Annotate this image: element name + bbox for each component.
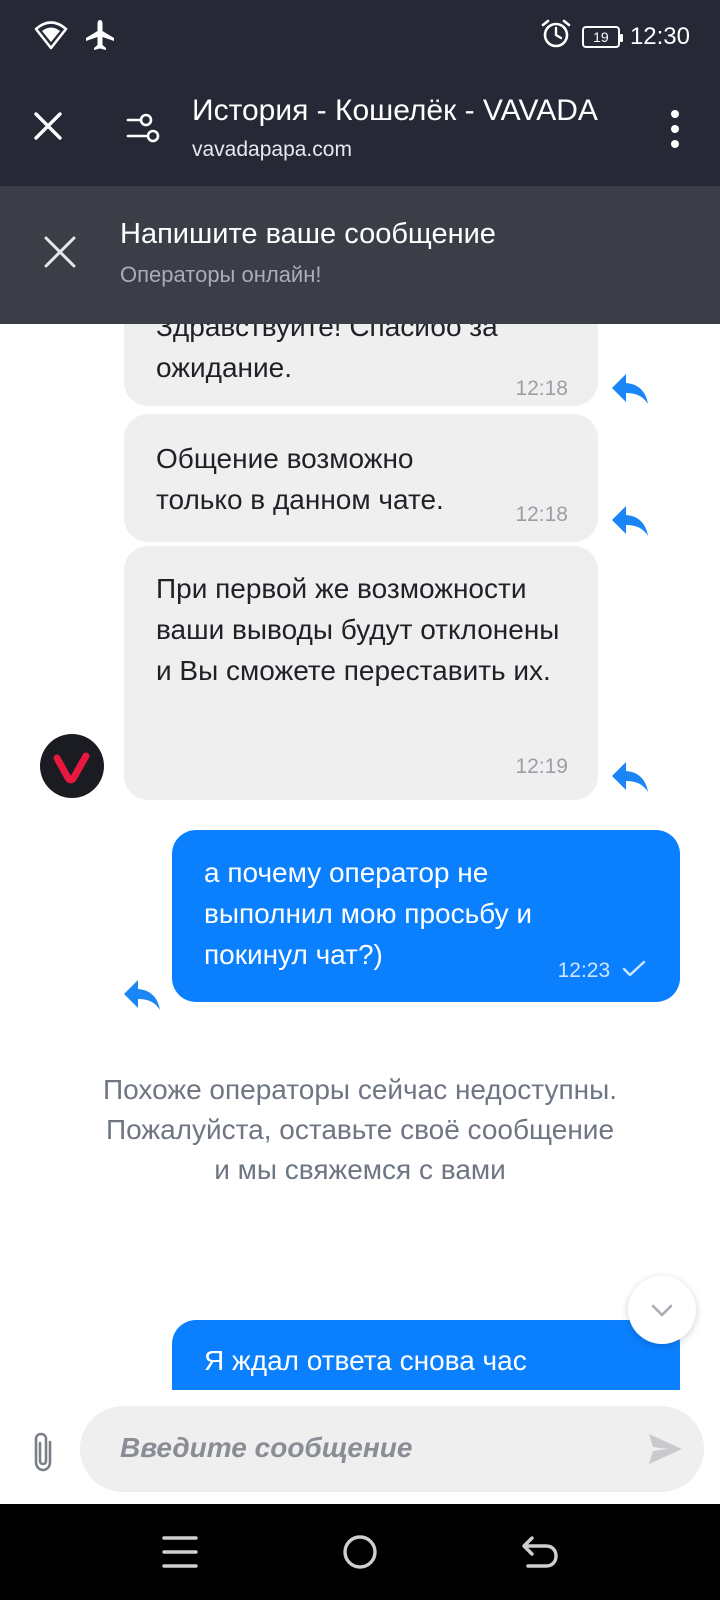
attach-button[interactable] [26, 1430, 60, 1474]
alarm-icon [540, 18, 572, 55]
incoming-message: При первой же возможности ваши выводы бу… [124, 546, 598, 800]
close-chat-button[interactable] [42, 234, 78, 270]
recent-apps-button[interactable] [158, 1530, 202, 1574]
vavada-logo-icon [53, 752, 90, 784]
back-icon [522, 1536, 558, 1568]
close-icon [34, 112, 62, 140]
system-message: Похоже операторы сейчас недоступны. Пожа… [103, 1074, 617, 1185]
reply-icon[interactable] [610, 372, 650, 406]
back-button[interactable] [518, 1530, 562, 1574]
menu-icon [162, 1536, 198, 1568]
scroll-to-bottom-button[interactable] [628, 1276, 696, 1344]
chat-title: Напишите ваше сообщение [120, 218, 496, 250]
send-icon [649, 1434, 682, 1464]
outgoing-message: а почему оператор не выполнил мою просьб… [172, 830, 680, 1002]
reply-icon[interactable] [610, 760, 650, 794]
chevron-down-icon [651, 1304, 673, 1317]
message-time: 12:19 [515, 755, 568, 778]
airplane-icon [84, 18, 116, 57]
paperclip-icon [34, 1432, 52, 1472]
more-vert-icon [671, 110, 679, 148]
page-url[interactable]: vavadapapa.com [192, 138, 352, 162]
message-text: а почему оператор не выполнил мою просьб… [204, 857, 533, 970]
reply-icon[interactable] [610, 504, 650, 538]
status-time: 12:30 [629, 22, 690, 50]
message-input[interactable] [120, 1428, 600, 1468]
overflow-menu-button[interactable] [660, 104, 690, 154]
message-input-wrapper [80, 1406, 704, 1492]
home-button[interactable] [338, 1530, 382, 1574]
home-circle-icon [343, 1535, 377, 1569]
site-settings-button[interactable] [124, 110, 164, 146]
incoming-message: Здравствуйте! Спасибо за ожидание. 12:18 [124, 324, 598, 406]
message-time: 12:18 [515, 377, 568, 400]
wifi-icon [34, 18, 68, 57]
check-icon [622, 960, 646, 977]
message-composer [0, 1390, 720, 1504]
message-text: Здравствуйте! Спасибо за ожидание. [156, 324, 498, 383]
chat-messages[interactable]: Здравствуйте! Спасибо за ожидание. 12:18… [0, 324, 720, 1390]
close-tab-button[interactable] [28, 106, 68, 146]
system-nav-bar [0, 1504, 720, 1600]
operator-avatar [40, 734, 104, 798]
page-title: История - Кошелёк - VAVADA [192, 94, 598, 127]
outgoing-message: Я ждал ответа снова час [172, 1320, 680, 1390]
message-text: Я ждал ответа снова час [204, 1345, 527, 1376]
chat-header: Напишите ваше сообщение Операторы онлайн… [0, 186, 720, 324]
message-time: 12:23 [558, 950, 646, 991]
browser-toolbar: История - Кошелёк - VAVADA vavadapapa.co… [0, 72, 720, 186]
status-bar: 19 12:30 [0, 0, 720, 72]
send-button[interactable] [646, 1430, 684, 1468]
incoming-message: Общение возможно только в данном чате. 1… [124, 414, 598, 542]
message-text: Общение возможно только в данном чате. [156, 443, 444, 515]
message-text: При первой же возможности ваши выводы бу… [156, 573, 560, 686]
chat-status: Операторы онлайн! [120, 262, 322, 287]
close-icon [44, 236, 76, 268]
tune-icon [126, 113, 160, 143]
reply-icon[interactable] [122, 978, 162, 1012]
battery-icon: 19 [581, 25, 623, 48]
message-time: 12:18 [515, 503, 568, 526]
